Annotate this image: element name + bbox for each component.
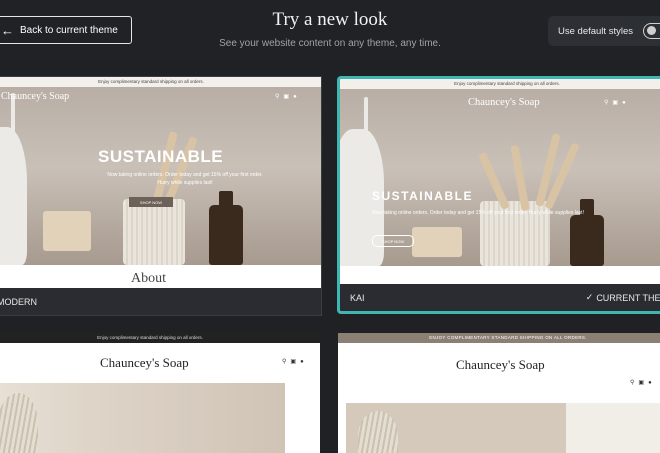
jar-shape	[123, 199, 185, 265]
announcement-bar: ENJOY COMPLIMENTARY STANDARD SHIPPING ON…	[338, 333, 660, 343]
brand-name: Chauncey's Soap	[456, 357, 545, 372]
hero-image	[0, 383, 285, 453]
theme-name: MODERN	[0, 296, 37, 307]
brand-name: Chauncey's Soap	[468, 97, 540, 108]
hero-image-side	[566, 403, 660, 453]
bottle-shape	[570, 215, 604, 266]
header-icons: ⚲▣●	[604, 99, 630, 106]
soap-shape	[412, 227, 462, 257]
checkmark-icon: ✓	[585, 292, 594, 302]
theme-name: KAI	[350, 292, 365, 303]
shop-now-button: SHOP NOW	[129, 197, 173, 207]
cart-icon: ▣	[283, 94, 294, 100]
bottle-shape	[209, 205, 243, 265]
theme-label-bar: MODERN	[0, 288, 321, 315]
about-heading: About	[131, 271, 166, 286]
cart-icon: ▣	[290, 359, 301, 365]
default-styles-label: Use default styles	[558, 25, 633, 37]
current-theme-label: CURRENT THEME	[596, 292, 660, 303]
cart-icon: ▣	[638, 380, 649, 386]
dried-leaf-shape	[358, 411, 398, 453]
toggle-knob	[646, 26, 656, 35]
hero-text: Now taking online orders. Order today an…	[372, 210, 584, 216]
announcement-bar: Enjoy complimentary standard shipping on…	[0, 333, 320, 343]
dropper-shape	[219, 191, 233, 207]
default-styles-toggle[interactable]	[642, 23, 660, 39]
user-icon: ●	[300, 359, 308, 365]
soap-shape	[43, 211, 91, 251]
cart-icon: ▣	[612, 100, 623, 106]
header-icons: ⚲▣●	[275, 93, 301, 100]
header-icons: ⚲▣●	[630, 379, 656, 386]
dried-leaf-shape	[0, 393, 38, 453]
theme-label-bar: KAI ✓ CURRENT THEME	[340, 284, 660, 311]
brand-name: Chauncey's Soap	[1, 91, 70, 102]
theme-card-kai[interactable]: Enjoy complimentary standard shipping on…	[337, 76, 660, 314]
top-bar: ← Back to current theme Try a new look S…	[0, 0, 660, 62]
user-icon: ●	[622, 100, 630, 106]
hero-image: Chauncey's Soap ⚲▣● SUSTAINABLE Now taki…	[340, 89, 660, 266]
stem-shape	[11, 93, 15, 153]
store-header: Chauncey's Soap ⚲▣●	[0, 343, 320, 383]
theme-card-4[interactable]: ENJOY COMPLIMENTARY STANDARD SHIPPING ON…	[338, 333, 660, 453]
brand-name: Chauncey's Soap	[100, 355, 189, 370]
theme-card-modern[interactable]: Enjoy complimentary standard shipping on…	[0, 76, 322, 316]
hero-text: Now taking online orders. Order today an…	[107, 172, 263, 186]
hero-headline: SUSTAINABLE	[98, 147, 224, 166]
default-styles-toggle-container: Use default styles	[548, 16, 660, 46]
header-icons: ⚲▣●	[282, 358, 308, 365]
announcement-bar: Enjoy complimentary standard shipping on…	[340, 79, 660, 89]
hero-headline: SUSTAINABLE	[372, 189, 473, 203]
announcement-bar: Enjoy complimentary standard shipping on…	[0, 77, 321, 87]
shop-now-button: SHOP NOW	[372, 235, 414, 247]
hero-image: Chauncey's Soap ⚲▣● SUSTAINABLE Now taki…	[0, 87, 321, 265]
user-icon: ●	[648, 380, 656, 386]
stem-shape	[364, 97, 368, 147]
user-icon: ●	[293, 94, 301, 100]
store-header: Chauncey's Soap ⚲▣●	[338, 343, 660, 403]
theme-card-3[interactable]: Enjoy complimentary standard shipping on…	[0, 333, 320, 453]
current-theme-indicator: ✓ CURRENT THEME	[586, 292, 660, 303]
